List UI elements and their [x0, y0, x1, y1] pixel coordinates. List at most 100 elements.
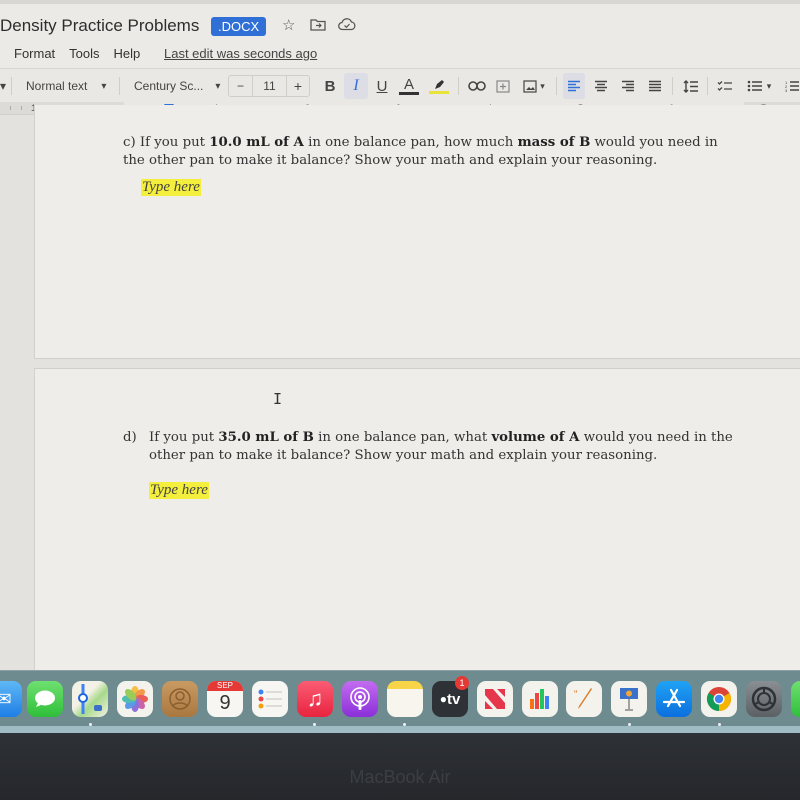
- bold-phrase: 35.0 mL of B: [218, 430, 314, 445]
- image-icon: [523, 79, 537, 93]
- toolbar-divider: [672, 77, 673, 95]
- screen: Density Practice Problems .DOCX ☆ Format…: [0, 0, 800, 733]
- laptop-bezel: MacBook Air: [0, 733, 800, 800]
- question-label: c): [123, 135, 136, 150]
- justify-button[interactable]: [644, 69, 666, 103]
- ruler-tick: [21, 106, 23, 110]
- add-comment-icon: [496, 79, 510, 93]
- paragraph-style-select[interactable]: Normal text ▾: [26, 69, 116, 103]
- align-left-icon: [568, 80, 580, 92]
- dock-app-maps[interactable]: [72, 681, 108, 717]
- dock-app-messages[interactable]: [27, 681, 63, 717]
- bulleted-list-icon: [747, 80, 762, 92]
- title-bar: Density Practice Problems .DOCX ☆ Format…: [0, 0, 800, 68]
- question-d[interactable]: d) If you put 35.0 mL of B in one balanc…: [123, 429, 743, 465]
- dock-app-reminders[interactable]: [252, 681, 288, 717]
- dock-app-podcasts[interactable]: [342, 681, 378, 717]
- music-note-icon: ♫: [306, 686, 324, 711]
- justify-icon: [649, 80, 661, 92]
- dock-app-news[interactable]: [477, 681, 513, 717]
- add-comment-button[interactable]: [492, 69, 514, 103]
- toolbar-divider: [556, 77, 557, 95]
- italic-button[interactable]: I: [344, 73, 368, 99]
- question-c[interactable]: c) If you put 10.0 mL of A in one balanc…: [123, 134, 723, 170]
- line-spacing-button[interactable]: [680, 69, 702, 103]
- text-run: in one balance pan, how much: [303, 135, 518, 150]
- text-color-button[interactable]: A: [398, 69, 420, 103]
- paragraph-style-value: Normal text: [26, 79, 88, 93]
- align-right-button[interactable]: [617, 69, 639, 103]
- star-icon[interactable]: ☆: [282, 16, 295, 34]
- bold-phrase: 10.0 mL of A: [209, 135, 304, 150]
- align-center-button[interactable]: [590, 69, 612, 103]
- font-size-input[interactable]: 11: [253, 76, 287, 96]
- highlighter-icon: [435, 79, 444, 89]
- text-run: in one balance pan, what: [313, 430, 492, 445]
- question-c-text: If you put 10.0 mL of A in one balance p…: [123, 135, 718, 168]
- notification-badge: 1: [455, 676, 469, 690]
- underline-button[interactable]: U: [372, 69, 392, 103]
- bold-button[interactable]: B: [320, 69, 340, 103]
- dock-app-numbers[interactable]: [522, 681, 558, 717]
- insert-image-button[interactable]: ▾: [518, 69, 550, 103]
- dock-app-mail[interactable]: ✉: [0, 681, 22, 717]
- move-to-folder-icon[interactable]: [310, 18, 326, 34]
- gear-icon: [751, 686, 777, 712]
- numbers-icon: [530, 689, 549, 709]
- menu-format[interactable]: Format: [14, 46, 55, 61]
- dock-app-calendar[interactable]: SEP 9: [207, 681, 243, 717]
- bulleted-list-button[interactable]: ▾: [742, 69, 776, 103]
- chevron-down-icon: ▾: [101, 80, 107, 92]
- document-page: c) If you put 10.0 mL of A in one balanc…: [34, 105, 800, 359]
- decrease-font-size-button[interactable]: −: [229, 76, 253, 96]
- menu-help[interactable]: Help: [114, 46, 141, 61]
- insert-link-button[interactable]: [466, 69, 488, 103]
- dock-app-facetime[interactable]: [791, 681, 800, 717]
- dock-app-chrome[interactable]: [701, 681, 737, 717]
- chevron-down-icon[interactable]: ▾: [0, 69, 6, 103]
- font-size-stepper: − 11 +: [228, 75, 310, 97]
- dock-app-notes[interactable]: [387, 681, 423, 717]
- bezel-label: MacBook Air: [349, 767, 451, 787]
- highlight-color-swatch: [429, 90, 449, 94]
- highlight-color-button[interactable]: [428, 69, 450, 103]
- formatting-toolbar: ▾ Normal text ▾ Century Sc... ▾ − 11 + B…: [0, 68, 800, 102]
- align-left-button[interactable]: [563, 73, 585, 99]
- answer-c-placeholder[interactable]: Type here: [141, 179, 201, 196]
- tv-label: tv: [446, 690, 461, 708]
- question-d-text: If you put 35.0 mL of B in one balance p…: [149, 429, 743, 465]
- dock-app-system-preferences[interactable]: [746, 681, 782, 717]
- dock-app-keynote[interactable]: [611, 681, 647, 717]
- bold-phrase: volume of A: [491, 430, 580, 445]
- ruler-tick: [10, 106, 11, 110]
- mail-icon: ✉: [0, 688, 12, 709]
- align-right-icon: [622, 80, 634, 92]
- menu-tools[interactable]: Tools: [69, 46, 99, 61]
- increase-font-size-button[interactable]: +: [287, 76, 309, 96]
- dock-app-contacts[interactable]: [162, 681, 198, 717]
- font-family-select[interactable]: Century Sc... ▾: [134, 69, 224, 103]
- apple-icon: ●: [439, 692, 447, 706]
- podcasts-icon: [350, 687, 370, 710]
- dock-app-pages[interactable]: “: [566, 681, 602, 717]
- text-run: If you put: [135, 135, 210, 150]
- cloud-saved-icon[interactable]: [338, 18, 356, 35]
- menu-bar: Format Tools Help: [14, 46, 140, 61]
- news-icon: [485, 689, 505, 709]
- answer-d-placeholder[interactable]: Type here: [149, 482, 209, 499]
- calendar-day: 9: [219, 692, 231, 714]
- dock-app-music[interactable]: ♫: [297, 681, 333, 717]
- dock-app-app-store[interactable]: [656, 681, 692, 717]
- document-title[interactable]: Density Practice Problems: [0, 16, 199, 36]
- numbered-list-button[interactable]: 123: [784, 69, 800, 103]
- app-store-icon: [662, 688, 686, 708]
- dock-app-photos[interactable]: [117, 681, 153, 717]
- checklist-button[interactable]: [714, 69, 736, 103]
- font-family-value: Century Sc...: [134, 79, 204, 93]
- keynote-icon: [620, 688, 638, 711]
- chrome-icon: [706, 687, 732, 711]
- file-type-badge: .DOCX: [211, 17, 267, 36]
- contacts-icon: [169, 688, 191, 710]
- text-color-swatch: [399, 91, 419, 95]
- last-edit-link[interactable]: Last edit was seconds ago: [164, 46, 317, 61]
